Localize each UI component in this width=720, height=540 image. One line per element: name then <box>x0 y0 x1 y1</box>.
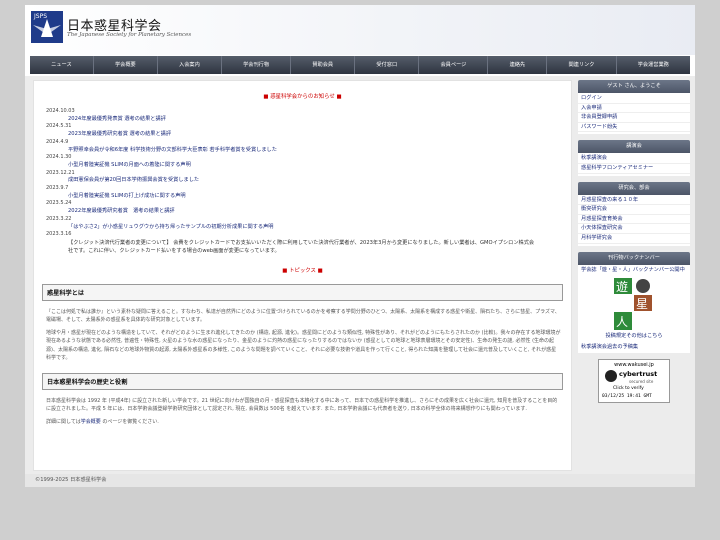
site-subtitle: The Japanese Society for Planetary Scien… <box>67 32 192 38</box>
history-paragraph-1: 日本惑星科学会は 1992 年 (平成4年) に設立された新しい学会です。21 … <box>46 397 558 413</box>
cover-char-3: 人 <box>616 315 628 329</box>
history-text-post: のページを御覧ください. <box>100 418 159 425</box>
nav-item[interactable]: 学会運営業務 <box>617 56 690 74</box>
topics-title: ■ トピックス ■ <box>282 267 323 274</box>
backnumber-title: 刊行物バックナンバー <box>578 251 690 265</box>
sidebar-link-guest[interactable]: 入会申請 <box>578 104 690 114</box>
sidebar-link-research[interactable]: 月科学研究会 <box>578 234 690 244</box>
news-date: 2023.9.7 <box>46 185 69 192</box>
cover-char-2: 星 <box>636 297 648 311</box>
logo-text: JSPS <box>33 13 47 20</box>
submission-link[interactable]: こちら <box>647 333 663 339</box>
sidebar-link-research[interactable]: 月惑星探査の来る１０年 <box>578 196 690 206</box>
jsps-logo[interactable]: JSPS <box>31 11 63 43</box>
nav-item[interactable]: 入会案内 <box>158 56 222 74</box>
news-date: 2023.5.24 <box>46 200 72 207</box>
guest-title: ゲスト さん、ようこそ <box>578 80 690 93</box>
research-links: 月惑星探査の来る１０年 衝突研究会 月惑星探査育英会 小天体探査研究会 月科学研究会 <box>578 194 690 246</box>
backnumber-box: 学会誌「遊・星・人」バックナンバー公開中 遊 星 人 投稿規定その他はこちら 秋… <box>578 264 690 353</box>
seal-brand: cybertrust <box>619 369 658 378</box>
news-date: 2024.10.03 <box>46 108 75 114</box>
seal-globe-icon <box>605 369 617 382</box>
submission-text: 投稿規定その他はこちら <box>578 332 690 340</box>
lectures-title: 講演会 <box>578 140 690 154</box>
news-link[interactable]: 平野照幸会員が令和6年度 科学技術分野の文部科学大臣表彰 若手科学者賞を受賞しま… <box>46 147 571 155</box>
sidebar-link-guest[interactable]: パスワード紛失 <box>578 123 690 133</box>
seal-url: www.wakusei.jp <box>614 361 654 368</box>
sidebar-link-lectures[interactable]: 惑星科学フロンティアセミナー <box>578 164 690 174</box>
nav-item[interactable]: ニュース <box>30 56 94 74</box>
journal-cover-image[interactable]: 遊 星 人 <box>614 277 652 330</box>
sidebar-link-research[interactable]: 衝突研究会 <box>578 205 690 215</box>
news-date: 2024.4.9 <box>46 138 69 145</box>
sidebar-link-research[interactable]: 小天体探査研究会 <box>578 224 690 234</box>
notice-title: ■ 惑星科学会からのお知らせ ■ <box>263 94 342 100</box>
nav-item[interactable]: 会員ページ <box>419 56 489 74</box>
guest-links: ログイン 入会申請 非会員登録申請 パスワード紛失 <box>578 93 690 135</box>
header: JSPS 日本惑星科学会 The Japanese Society for Pl… <box>25 5 695 55</box>
news-link[interactable]: 「はやぶさ2」が小惑星リュウグウから持ち帰ったサンプルの初期分析成果に関する声明 <box>46 224 571 232</box>
news-date: 2023.3.22 <box>46 215 72 222</box>
nav-item[interactable]: 受付窓口 <box>355 56 420 74</box>
payment-notice: 【クレジット決済代行業者の変更について】 会費をクレジットカードでお支払いいただ… <box>68 239 535 255</box>
news-link[interactable]: 2024年度最優秀発表賞 選考の結果と講評 <box>46 116 571 124</box>
cover-char-1: 遊 <box>616 279 628 294</box>
news-link[interactable]: 2023年度最優秀研究者賞 選考の結果と講評 <box>46 131 571 139</box>
seal-stamp: 03/12/25 19:41 GMT <box>602 393 652 399</box>
about-paragraph-2: 地球や月・惑星が現在どのような構造をしていて、それがどのように生まれ進化してきた… <box>46 329 561 362</box>
news-date: 2024.1.30 <box>46 154 72 161</box>
nav-item[interactable]: 連絡先 <box>488 56 548 74</box>
news-date: 2024.5.31 <box>46 123 72 130</box>
sidebar-link-guest[interactable]: ログイン <box>578 94 690 104</box>
seal-click: Click to verify <box>613 385 644 391</box>
sidebar-link-research[interactable]: 月惑星探査育英会 <box>578 215 690 225</box>
nav-item[interactable]: 賛助会員 <box>291 56 356 74</box>
news-list: 2024.10.03 2024年度最優秀発表賞 選考の結果と講評 2024.5.31… <box>46 108 571 239</box>
research-title: 研究会、部会 <box>578 181 690 195</box>
main-nav: ニュース 学会概要 入会案内 学会刊行物 賛助会員 受付窓口 会員ページ 連絡先 関連リンク 学会… <box>30 56 690 74</box>
page: JSPS 日本惑星科学会 The Japanese Society for Pl… <box>25 5 695 487</box>
news-link[interactable]: 小型月着陸実証機 SLIMの月面への着陸に関する声明 <box>46 162 571 170</box>
lectures-links: 秋季講演会 惑星科学フロンティアセミナー <box>578 153 690 176</box>
news-link[interactable]: 小型月着陸実証機 SLIMの打上げ成功に関する声明 <box>46 193 571 201</box>
history-paragraph-2: 詳細に関しては学会概要 のページを御覧ください. <box>46 418 561 427</box>
seal-sub: secured site <box>629 378 654 384</box>
about-paragraph-1: 『ここは何処で私は誰か』という素朴な疑問に答えること。すなわち、私達が自然界にど… <box>46 308 560 324</box>
news-link[interactable]: 2022年度最優秀研究者賞 選考の結果と講評 <box>46 208 571 216</box>
sidebar: ゲスト さん、ようこそ ログイン 入会申請 非会員登録申請 パスワード紛失 講演会 秋… <box>578 80 690 403</box>
history-text-pre: 詳細に関しては <box>46 418 81 425</box>
backnumber-link[interactable]: 学会誌「遊・星・人」バックナンバー公開中 <box>578 266 690 274</box>
news-date: 2023.3.16 <box>46 231 72 238</box>
news-link[interactable]: 成田憲保会員が第20回日本学術振興会賞を受賞しました <box>46 177 571 185</box>
about-heading: 惑星科学とは <box>42 283 563 301</box>
sidebar-link-guest[interactable]: 非会員登録申請 <box>578 113 690 123</box>
archive-link[interactable]: 秋季講演会過去の予稿集 <box>578 343 690 351</box>
footer: ©1999-2025 日本惑星科学会 <box>25 474 695 487</box>
submission-pre: 投稿規定その他は <box>605 332 647 339</box>
nav-item[interactable]: 学会概要 <box>94 56 158 74</box>
nav-item[interactable]: 学会刊行物 <box>222 56 292 74</box>
nav-item[interactable]: 関連リンク <box>547 56 617 74</box>
about-society-link[interactable]: 学会概要 <box>81 419 101 425</box>
sidebar-link-lectures[interactable]: 秋季講演会 <box>578 154 690 164</box>
cybertrust-seal[interactable]: www.wakusei.jp cybertrust secured site C… <box>598 358 670 403</box>
main-content: ■ 惑星科学会からのお知らせ ■ 2024.10.03 2024年度最優秀発表賞 … <box>33 80 572 471</box>
history-heading: 日本惑星科学会の歴史と役割 <box>42 372 563 390</box>
